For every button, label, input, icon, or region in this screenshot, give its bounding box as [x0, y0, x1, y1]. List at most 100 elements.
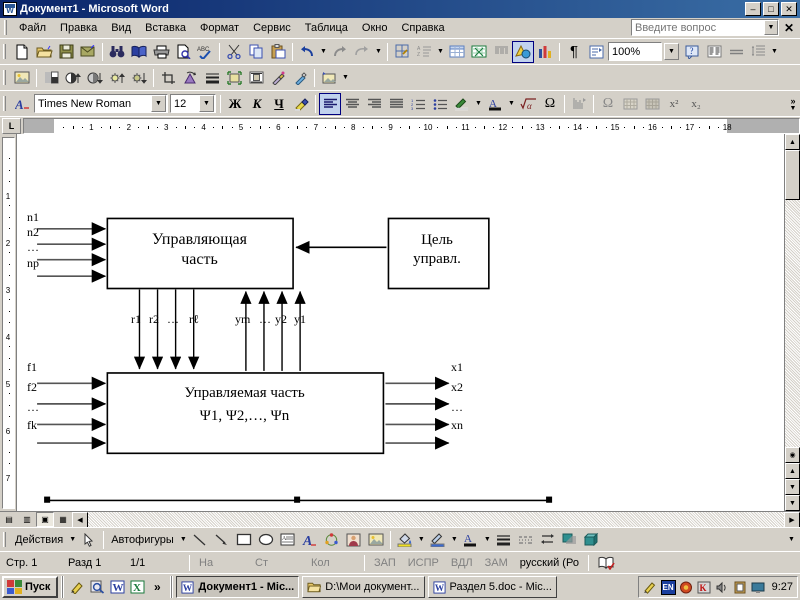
numbered-list-icon[interactable]: 123	[407, 93, 429, 115]
status-rec[interactable]: ЗАП	[368, 557, 402, 569]
border-color-dropdown-icon[interactable]: ▼	[473, 93, 484, 115]
control-part-box[interactable]: Управляющая часть	[107, 216, 292, 284]
horizontal-ruler[interactable]: 1 2 3 4 5 6 7 8 9 10 11 12 13 14 15 16 17 18	[23, 118, 800, 134]
columns-icon[interactable]	[490, 41, 512, 63]
formatting-toolbar-overflow[interactable]: » ▼	[786, 96, 800, 112]
taskbar-task-razdel5[interactable]: W Раздел 5.doc - Mic...	[427, 576, 557, 598]
rectangle-icon[interactable]	[233, 529, 255, 551]
word-icon[interactable]: W	[107, 577, 127, 597]
print-preview-icon[interactable]	[172, 41, 194, 63]
vertical-ruler[interactable]: 1 2 3 4 5 6 7	[1, 137, 15, 509]
scroll-down-button[interactable]: ▼	[785, 495, 800, 511]
excel-icon[interactable]: X	[127, 577, 147, 597]
equals-icon[interactable]	[725, 41, 747, 63]
more-brightness-icon[interactable]	[106, 67, 128, 89]
chevron-down-icon[interactable]: ▼	[67, 529, 78, 551]
wordart-icon[interactable]: A	[299, 529, 321, 551]
show-formatting-marks-icon[interactable]: ¶	[563, 41, 585, 63]
insert-excel-sheet-icon[interactable]	[468, 41, 490, 63]
fill-color-icon[interactable]	[394, 529, 416, 551]
scroll-right-button[interactable]: ▶	[784, 512, 800, 528]
line-color-icon[interactable]	[427, 529, 449, 551]
chevron-more-icon[interactable]: »	[147, 577, 167, 597]
standard-toolbar-grip[interactable]	[3, 44, 7, 59]
grid-icon[interactable]	[641, 93, 663, 115]
cut-scissors-icon[interactable]	[223, 41, 245, 63]
scroll-up-button[interactable]: ▲	[785, 134, 800, 150]
underline-button[interactable]: Ч	[268, 93, 290, 115]
matrix-icon[interactable]	[568, 93, 590, 115]
network-icon[interactable]	[679, 580, 694, 595]
font-color-dropdown-icon[interactable]: ▼	[506, 93, 517, 115]
paragraph-spacing-icon[interactable]	[747, 41, 769, 63]
border-pen-icon[interactable]	[451, 93, 473, 115]
picture-toolbar-grip[interactable]	[3, 70, 7, 85]
chevron-down-icon[interactable]: ▼	[199, 95, 214, 112]
draw-actions-menu[interactable]: Действия	[11, 534, 67, 546]
align-justify-icon[interactable]	[385, 93, 407, 115]
rotate-left-icon[interactable]	[179, 67, 201, 89]
chevron-down-icon[interactable]: ▼	[764, 20, 778, 35]
next-page-button[interactable]: ▼	[785, 479, 800, 495]
sort-dropdown-icon[interactable]: ▼	[435, 41, 446, 63]
text-box-icon[interactable]: A	[277, 529, 299, 551]
copy-icon[interactable]	[245, 41, 267, 63]
paste-clipboard-icon[interactable]	[267, 41, 289, 63]
scroll-left-button[interactable]: ◀	[72, 512, 88, 528]
previous-page-button[interactable]: ▲	[785, 463, 800, 479]
spell-check-status-icon[interactable]	[592, 556, 621, 570]
tables-and-borders-icon[interactable]: AZ	[413, 41, 435, 63]
reading-layout-icon[interactable]	[703, 41, 725, 63]
arrow-icon[interactable]	[211, 529, 233, 551]
search-binoculars-icon[interactable]	[106, 41, 128, 63]
highlighter-icon[interactable]	[290, 93, 312, 115]
horizontal-scroll-track[interactable]	[88, 512, 784, 527]
close-button[interactable]: ✕	[781, 2, 797, 16]
formatting-toolbar-grip[interactable]	[3, 96, 7, 111]
drawing-toolbar-options-icon[interactable]: ▼	[786, 529, 797, 551]
text-wrapping-icon[interactable]	[245, 67, 267, 89]
font-color-dropdown-icon[interactable]: ▼	[482, 529, 493, 551]
omega-symbol-icon[interactable]: Ω	[597, 93, 619, 115]
new-document-icon[interactable]	[11, 41, 33, 63]
pencil-icon[interactable]	[643, 580, 658, 595]
status-ovr[interactable]: ЗАМ	[479, 557, 514, 569]
select-arrow-icon[interactable]	[78, 529, 100, 551]
document-map-icon[interactable]	[534, 41, 556, 63]
status-trk[interactable]: ИСПР	[402, 557, 445, 569]
plant-box[interactable]: Управляемая часть Ψ1, Ψ2,…, Ψn	[107, 366, 382, 444]
italic-button[interactable]: К	[246, 93, 268, 115]
menu-table[interactable]: Таблица	[298, 20, 355, 36]
align-center-icon[interactable]	[341, 93, 363, 115]
taskbar-task-folder[interactable]: D:\Мои документ...	[302, 576, 425, 598]
menu-grip-handle[interactable]	[4, 20, 8, 35]
clip-art-icon[interactable]	[343, 529, 365, 551]
styles-and-formatting-icon[interactable]: A	[11, 93, 33, 115]
antivirus-icon[interactable]: K	[697, 580, 712, 595]
help-icon[interactable]: ?	[681, 41, 703, 63]
clipboard-icon[interactable]	[733, 580, 748, 595]
select-browse-object-button[interactable]: ◉	[785, 447, 800, 463]
square-root-alpha-icon[interactable]: α	[517, 93, 539, 115]
line-style-icon[interactable]	[201, 67, 223, 89]
outline-view-button[interactable]: ▦	[54, 512, 72, 527]
subscript-button[interactable]: x₂	[685, 93, 707, 115]
drawing-toolbar-grip[interactable]	[3, 532, 7, 547]
font-color-icon[interactable]: A	[460, 529, 482, 551]
language-indicator[interactable]: EN	[660, 579, 676, 595]
line-icon[interactable]	[189, 529, 211, 551]
document-page[interactable]: Управляющая часть Цель управл. Управляем…	[17, 134, 784, 511]
picture-toolbar-options-icon[interactable]: ▼	[340, 67, 351, 89]
bulleted-list-icon[interactable]	[429, 93, 451, 115]
compress-pictures-icon[interactable]	[223, 67, 245, 89]
menu-view[interactable]: Вид	[104, 20, 138, 36]
save-icon[interactable]	[55, 41, 77, 63]
vertical-scrollbar[interactable]: ▲ ◉ ▲ ▼ ▼	[784, 134, 800, 511]
drawing-icon[interactable]	[512, 40, 534, 63]
email-icon[interactable]	[77, 41, 99, 63]
taskbar-task-document1[interactable]: W Документ1 - Mic...	[176, 576, 300, 598]
close-document-button[interactable]: ✕	[781, 21, 797, 35]
font-size-combo[interactable]: 12 ▼	[170, 94, 216, 113]
monitor-icon[interactable]	[751, 580, 766, 595]
goal-box[interactable]: Цель управл.	[387, 216, 487, 284]
